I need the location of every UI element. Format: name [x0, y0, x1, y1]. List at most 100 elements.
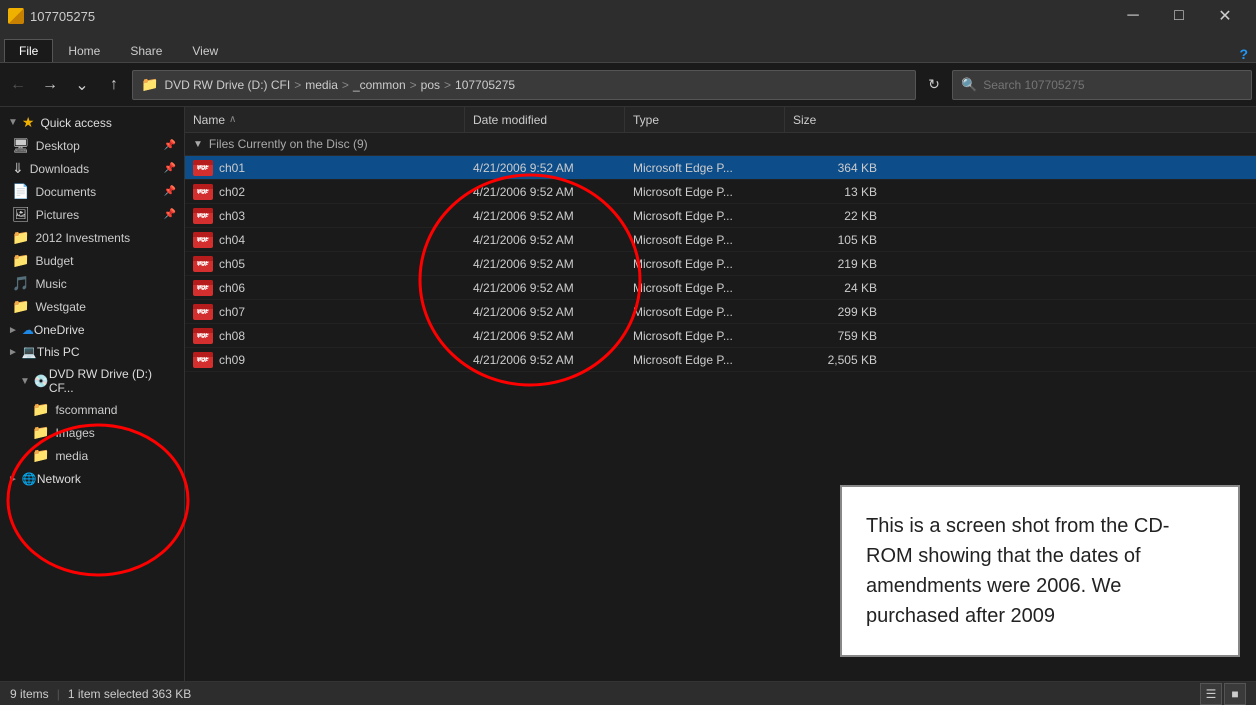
cell-filename: PDF ch02 — [185, 184, 465, 200]
address-bar[interactable]: 📁 DVD RW Drive (D:) CFI > media > _commo… — [132, 70, 916, 100]
sidebar-fscommand-label: fscommand — [55, 403, 117, 417]
sidebar: ▼ ★ Quick access 🖥 Desktop 📌 ⇓ Downloads… — [0, 107, 185, 682]
large-icons-button[interactable]: ■ — [1224, 683, 1246, 705]
folder-icon: 📁 — [12, 229, 29, 246]
sidebar-item-music[interactable]: 🎵 Music — [0, 272, 184, 295]
quick-access-header[interactable]: ▼ ★ Quick access — [0, 111, 184, 134]
ribbon: File Home Share View ? — [0, 32, 1256, 63]
cell-size: 22 KB — [785, 209, 885, 223]
filename-text: ch01 — [219, 161, 245, 175]
titlebar-controls: ─ □ ✕ — [1110, 0, 1248, 32]
dvd-section: ▼ 💿 DVD RW Drive (D:) CF... 📁 fscommand … — [0, 364, 184, 467]
folder-icon: 📁 — [12, 298, 29, 315]
sidebar-music-label: Music — [35, 277, 66, 291]
cell-date: 4/21/2006 9:52 AM — [465, 353, 625, 367]
network-chevron: ► — [8, 474, 18, 485]
filename-text: ch04 — [219, 233, 245, 247]
network-header[interactable]: ► 🌐 Network — [0, 469, 184, 489]
tab-share[interactable]: Share — [115, 39, 177, 62]
table-row[interactable]: PDF ch05 4/21/2006 9:52 AM Microsoft Edg… — [185, 252, 1256, 276]
sidebar-item-images[interactable]: 📁 Images — [0, 421, 184, 444]
quick-access-section: ▼ ★ Quick access 🖥 Desktop 📌 ⇓ Downloads… — [0, 111, 184, 318]
sidebar-item-fscommand[interactable]: 📁 fscommand — [0, 398, 184, 421]
col-header-type[interactable]: Type — [625, 107, 785, 132]
table-row[interactable]: PDF ch08 4/21/2006 9:52 AM Microsoft Edg… — [185, 324, 1256, 348]
titlebar-left: 107705275 — [8, 8, 95, 24]
dvd-header[interactable]: ▼ 💿 DVD RW Drive (D:) CF... — [0, 364, 184, 398]
cell-filename: PDF ch07 — [185, 304, 465, 320]
cell-size: 364 KB — [785, 161, 885, 175]
onedrive-header[interactable]: ► ☁ OneDrive — [0, 320, 184, 340]
cell-filename: PDF ch05 — [185, 256, 465, 272]
table-row[interactable]: PDF ch09 4/21/2006 9:52 AM Microsoft Edg… — [185, 348, 1256, 372]
sidebar-item-media[interactable]: 📁 media — [0, 444, 184, 467]
col-header-name[interactable]: Name ∧ — [185, 107, 465, 132]
tab-view[interactable]: View — [177, 39, 233, 62]
maximize-button[interactable]: □ — [1156, 0, 1202, 32]
quick-access-label: Quick access — [40, 116, 111, 130]
pdf-icon: PDF — [193, 304, 213, 320]
cell-type: Microsoft Edge P... — [625, 233, 785, 247]
cell-type: Microsoft Edge P... — [625, 305, 785, 319]
cell-date: 4/21/2006 9:52 AM — [465, 209, 625, 223]
sidebar-media-label: media — [55, 449, 88, 463]
table-row[interactable]: PDF ch02 4/21/2006 9:52 AM Microsoft Edg… — [185, 180, 1256, 204]
table-row[interactable]: PDF ch04 4/21/2006 9:52 AM Microsoft Edg… — [185, 228, 1256, 252]
close-button[interactable]: ✕ — [1202, 0, 1248, 32]
sidebar-item-westgate[interactable]: 📁 Westgate — [0, 295, 184, 318]
group-header[interactable]: ▼ Files Currently on the Disc (9) — [185, 133, 1256, 156]
cell-filename: PDF ch03 — [185, 208, 465, 224]
col-header-date[interactable]: Date modified — [465, 107, 625, 132]
toolbar: ← → ⌄ ↑ 📁 DVD RW Drive (D:) CFI > media … — [0, 63, 1256, 107]
documents-icon: 📄 — [12, 183, 29, 200]
column-header: Name ∧ Date modified Type Size — [185, 107, 1256, 133]
file-rows-container: PDF ch01 4/21/2006 9:52 AM Microsoft Edg… — [185, 156, 1256, 372]
search-bar[interactable]: 🔍 — [952, 70, 1252, 100]
pin-icon: 📌 — [164, 186, 176, 197]
table-row[interactable]: PDF ch03 4/21/2006 9:52 AM Microsoft Edg… — [185, 204, 1256, 228]
col-name-label: Name — [193, 113, 225, 127]
this-pc-section: ► 💻 This PC — [0, 342, 184, 362]
sidebar-item-investments[interactable]: 📁 2012 Investments — [0, 226, 184, 249]
cell-type: Microsoft Edge P... — [625, 329, 785, 343]
cell-size: 105 KB — [785, 233, 885, 247]
forward-button[interactable]: → — [36, 71, 64, 99]
col-type-label: Type — [633, 113, 659, 127]
table-row[interactable]: PDF ch06 4/21/2006 9:52 AM Microsoft Edg… — [185, 276, 1256, 300]
back-button[interactable]: ← — [4, 71, 32, 99]
cell-filename: PDF ch06 — [185, 280, 465, 296]
up-button[interactable]: ↑ — [100, 71, 128, 99]
table-row[interactable]: PDF ch07 4/21/2006 9:52 AM Microsoft Edg… — [185, 300, 1256, 324]
search-input[interactable] — [983, 78, 1243, 92]
pdf-icon: PDF — [193, 328, 213, 344]
titlebar-title: 107705275 — [30, 9, 95, 24]
sidebar-item-documents[interactable]: 📄 Documents 📌 — [0, 180, 184, 203]
filename-text: ch03 — [219, 209, 245, 223]
status-bar: 9 items | 1 item selected 363 KB ☰ ■ — [0, 681, 1256, 705]
sidebar-item-desktop[interactable]: 🖥 Desktop 📌 — [0, 134, 184, 157]
sidebar-item-downloads[interactable]: ⇓ Downloads 📌 — [0, 157, 184, 180]
pin-icon: 📌 — [164, 140, 176, 151]
tab-home[interactable]: Home — [53, 39, 115, 62]
this-pc-header[interactable]: ► 💻 This PC — [0, 342, 184, 362]
network-icon: 🌐 — [22, 472, 37, 486]
recent-locations-button[interactable]: ⌄ — [68, 71, 96, 99]
sidebar-item-pictures[interactable]: 🖼 Pictures 📌 — [0, 203, 184, 226]
table-row[interactable]: PDF ch01 4/21/2006 9:52 AM Microsoft Edg… — [185, 156, 1256, 180]
filename-text: ch05 — [219, 257, 245, 271]
cell-filename: PDF ch04 — [185, 232, 465, 248]
refresh-button[interactable]: ↻ — [920, 71, 948, 99]
address-folder: 107705275 — [455, 78, 515, 92]
sidebar-item-budget[interactable]: 📁 Budget — [0, 249, 184, 272]
help-button[interactable]: ? — [1239, 46, 1256, 62]
sidebar-images-label: Images — [55, 426, 94, 440]
col-header-size[interactable]: Size — [785, 107, 885, 132]
cell-type: Microsoft Edge P... — [625, 257, 785, 271]
titlebar-folder-icon — [8, 8, 24, 24]
details-view-button[interactable]: ☰ — [1200, 683, 1222, 705]
cell-type: Microsoft Edge P... — [625, 353, 785, 367]
address-pos: pos — [421, 78, 440, 92]
pdf-icon: PDF — [193, 256, 213, 272]
minimize-button[interactable]: ─ — [1110, 0, 1156, 32]
tab-file[interactable]: File — [4, 39, 53, 62]
